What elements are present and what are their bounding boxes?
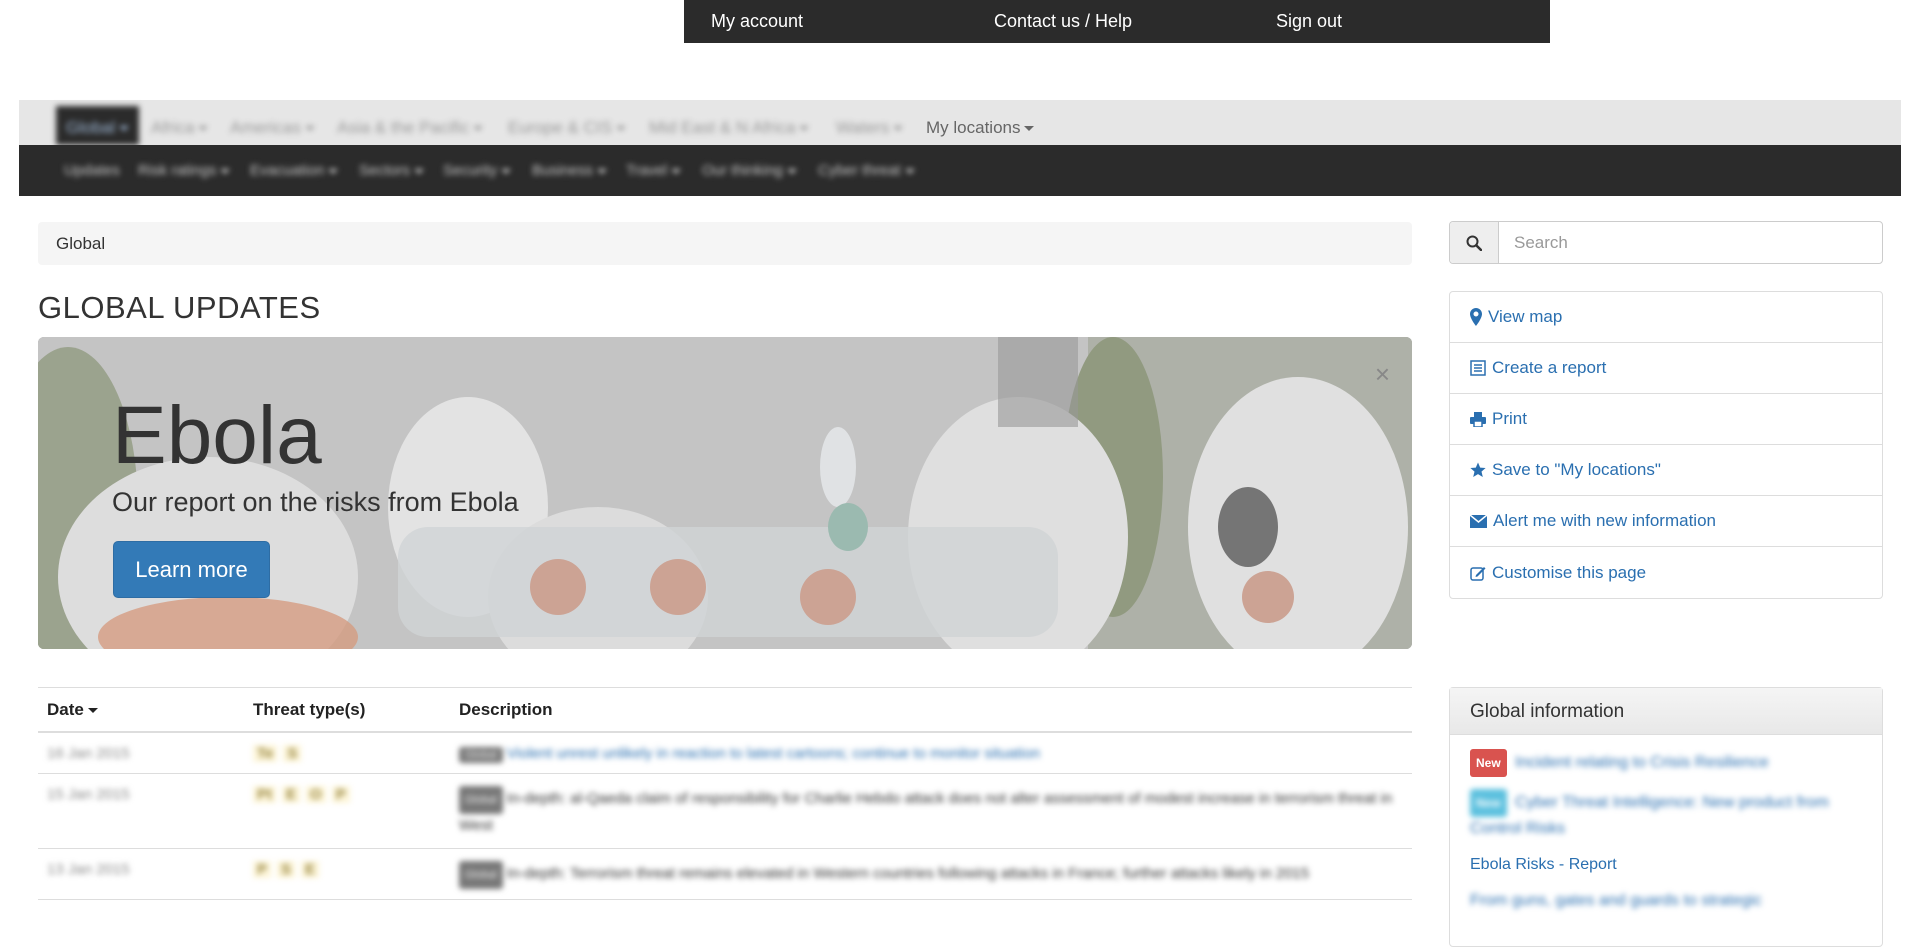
region-nav-africa[interactable]: Africa bbox=[151, 100, 209, 145]
info-entry-link[interactable]: Incident relating to Crisis Resilience bbox=[1515, 754, 1768, 771]
my-account-link[interactable]: My account bbox=[711, 11, 803, 32]
region-nav-mideast[interactable]: Mid East & N Africa bbox=[649, 100, 810, 145]
view-map-link[interactable]: View map bbox=[1450, 292, 1882, 343]
topic-nav-cyber-threat[interactable]: Cyber threat bbox=[818, 145, 915, 196]
topic-nav-security[interactable]: Security bbox=[443, 145, 512, 196]
global-information-body: New Incident relating to Crisis Resilien… bbox=[1450, 735, 1882, 939]
table-header: Date Threat type(s) Description bbox=[38, 687, 1412, 733]
topic-nav: Updates Risk ratings Evacuation Sectors … bbox=[19, 145, 1901, 196]
info-entry[interactable]: New Cyber Threat Intelligence: New produ… bbox=[1470, 789, 1862, 841]
ebola-report-link[interactable]: Ebola Risks - Report bbox=[1470, 856, 1617, 873]
region-nav-europe-cis[interactable]: Europe & CIS bbox=[508, 100, 626, 145]
row-date: 16 Jan 2015 bbox=[47, 745, 130, 762]
region-nav: Global Africa Americas Asia & the Pacifi… bbox=[19, 100, 1901, 145]
info-entry-link[interactable]: Cyber Threat Intelligence: New product f… bbox=[1470, 794, 1829, 837]
region-nav-asia-pacific[interactable]: Asia & the Pacific bbox=[337, 100, 484, 145]
create-report-link[interactable]: Create a report bbox=[1450, 343, 1882, 394]
ebola-banner: × Ebola Our report on the risks from Ebo… bbox=[38, 337, 1412, 649]
updates-table: Date Threat type(s) Description 16 Jan 2… bbox=[38, 687, 1412, 900]
region-nav-americas[interactable]: Americas bbox=[230, 100, 315, 145]
banner-headline: Ebola bbox=[112, 390, 322, 481]
search-button[interactable] bbox=[1450, 222, 1499, 263]
region-nav-global[interactable]: Global bbox=[56, 106, 140, 145]
info-entry-link[interactable]: From guns, gates and guards to strategic bbox=[1470, 892, 1762, 909]
topic-nav-sectors[interactable]: Sectors bbox=[359, 145, 424, 196]
region-nav-waters[interactable]: Waters bbox=[836, 100, 904, 145]
sign-out-link[interactable]: Sign out bbox=[1276, 11, 1342, 32]
page-actions-list: View map Create a report Print Save to "… bbox=[1449, 291, 1883, 599]
row-threats: Pt E O P bbox=[244, 774, 450, 848]
topic-nav-risk-ratings[interactable]: Risk ratings bbox=[138, 145, 231, 196]
table-row: 15 Jan 2015 Pt E O P Global In-depth: al-Qae… bbox=[38, 774, 1412, 849]
topic-nav-updates[interactable]: Updates bbox=[64, 145, 120, 196]
info-entry[interactable]: Ebola Risks - Report bbox=[1470, 853, 1862, 877]
star-icon bbox=[1470, 462, 1486, 477]
topic-nav-evacuation[interactable]: Evacuation bbox=[250, 145, 339, 196]
map-marker-icon bbox=[1470, 308, 1482, 326]
description-column-header: Description bbox=[459, 699, 553, 719]
report-icon bbox=[1470, 360, 1486, 376]
row-description[interactable]: Global In-depth: al-Qaeda claim of respon… bbox=[450, 774, 1412, 848]
new-badge: New bbox=[1470, 789, 1507, 817]
topic-nav-business[interactable]: Business bbox=[532, 145, 607, 196]
account-bar: My account Contact us / Help Sign out bbox=[684, 0, 1550, 43]
print-link[interactable]: Print bbox=[1450, 394, 1882, 445]
search-input[interactable] bbox=[1499, 222, 1882, 263]
breadcrumb: Global bbox=[38, 222, 1412, 265]
edit-icon bbox=[1470, 566, 1486, 581]
new-badge: New bbox=[1470, 749, 1507, 777]
row-threats: Te S bbox=[244, 733, 450, 773]
date-column-header[interactable]: Date bbox=[38, 700, 244, 720]
save-to-my-locations-link[interactable]: Save to "My locations" bbox=[1450, 445, 1882, 496]
threat-column-header: Threat type(s) bbox=[253, 699, 366, 719]
search-box bbox=[1449, 221, 1883, 264]
info-entry[interactable]: From guns, gates and guards to strategic bbox=[1470, 889, 1862, 913]
row-threats: PSE bbox=[244, 849, 450, 899]
topic-nav-travel[interactable]: Travel bbox=[626, 145, 682, 196]
envelope-icon bbox=[1470, 514, 1487, 528]
row-description[interactable]: Global In-depth: Terrorism threat remains… bbox=[450, 849, 1412, 899]
customise-page-link[interactable]: Customise this page bbox=[1450, 547, 1882, 598]
table-row: 16 Jan 2015 Te S Global Violent unrest unl… bbox=[38, 733, 1412, 774]
row-description[interactable]: Global Violent unrest unlikely in reactio… bbox=[450, 733, 1412, 773]
print-icon bbox=[1470, 412, 1486, 427]
search-icon bbox=[1466, 235, 1482, 251]
banner-subtitle: Our report on the risks from Ebola bbox=[112, 487, 519, 517]
global-information-panel: Global information New Incident relating… bbox=[1449, 687, 1883, 947]
topic-nav-our-thinking[interactable]: Our thinking bbox=[702, 145, 797, 196]
contact-help-link[interactable]: Contact us / Help bbox=[994, 11, 1132, 32]
row-date: 15 Jan 2015 bbox=[47, 786, 130, 803]
page-title: GLOBAL UPDATES bbox=[38, 290, 321, 325]
table-row: 13 Jan 2015 PSE Global In-depth: Terroris… bbox=[38, 849, 1412, 900]
global-information-heading: Global information bbox=[1450, 688, 1882, 735]
breadcrumb-current: Global bbox=[56, 234, 106, 253]
alert-me-link[interactable]: Alert me with new information bbox=[1450, 496, 1882, 547]
row-date: 13 Jan 2015 bbox=[47, 861, 130, 878]
learn-more-button[interactable]: Learn more bbox=[113, 541, 270, 598]
info-entry[interactable]: New Incident relating to Crisis Resilien… bbox=[1470, 749, 1862, 777]
banner-close-icon[interactable]: × bbox=[1375, 359, 1390, 390]
